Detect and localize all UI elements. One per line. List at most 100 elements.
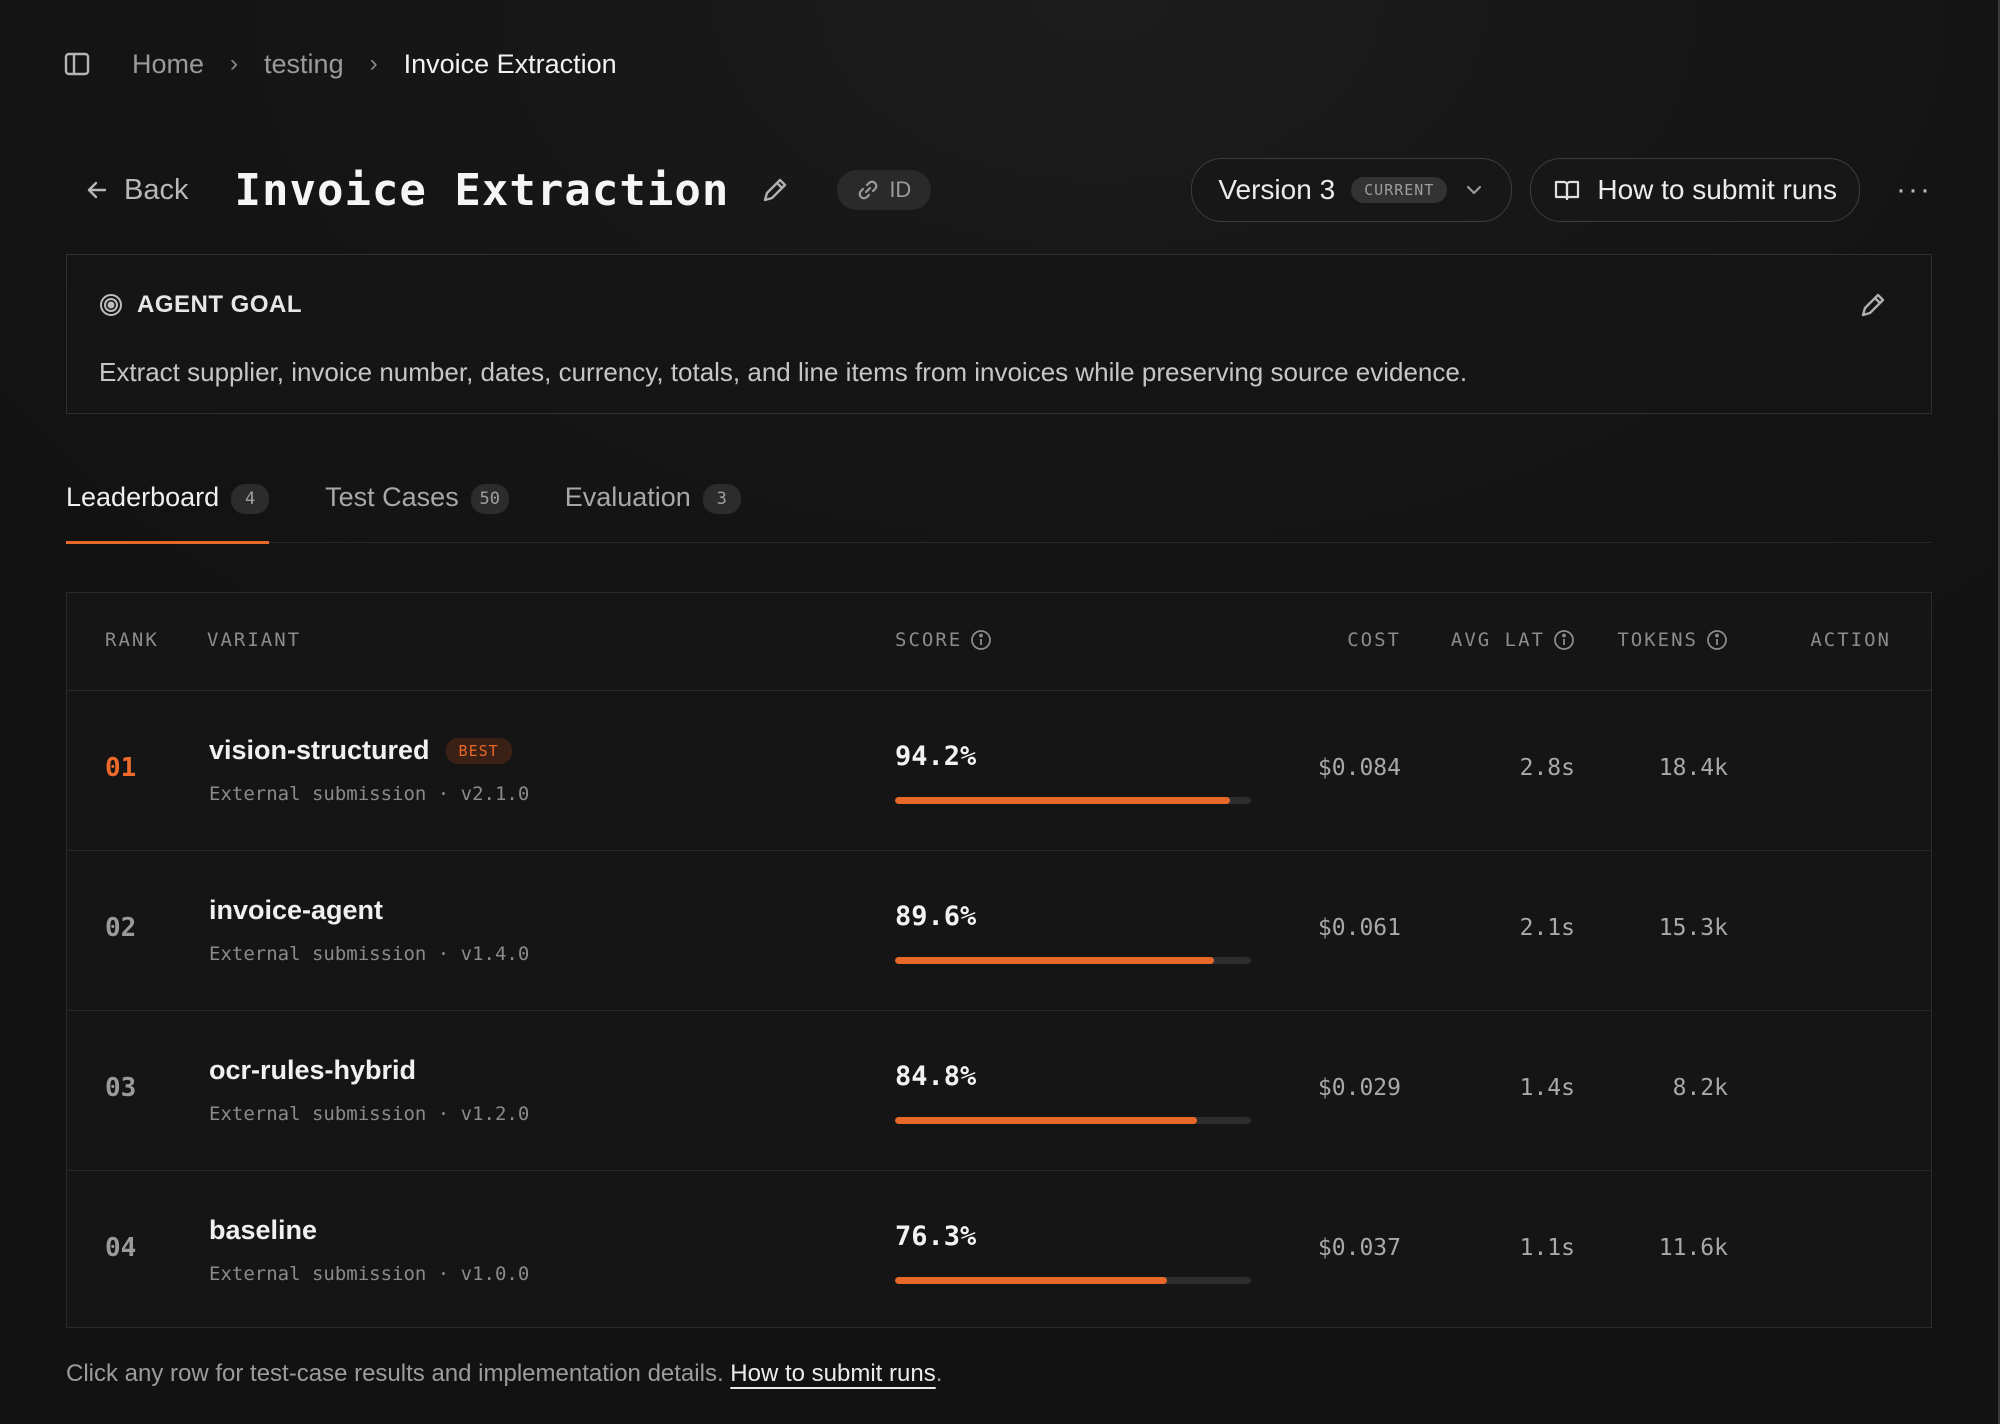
info-icon[interactable] — [1553, 629, 1575, 651]
table-header: RANK VARIANT SCORE COST AVG LAT TOKENS A… — [67, 593, 1931, 691]
variant-name-text: baseline — [209, 1215, 318, 1245]
back-label: Back — [124, 173, 189, 206]
footer-note: Click any row for test-case results and … — [66, 1360, 942, 1388]
latency-value: 2.1s — [1519, 915, 1575, 941]
version-select[interactable]: Version 3 CURRENT — [1191, 158, 1513, 222]
score-fill — [895, 1117, 1197, 1124]
column-cost[interactable]: COST — [1347, 629, 1401, 651]
info-icon[interactable] — [1706, 629, 1728, 651]
tab-test-cases[interactable]: Test Cases 50 — [325, 470, 509, 542]
chevron-right-icon: › — [369, 50, 378, 77]
page-header: Back Invoice Extraction ID Version 3 CUR… — [66, 150, 1934, 230]
current-badge: CURRENT — [1351, 177, 1448, 203]
id-label: ID — [889, 177, 912, 202]
variant-subtitle: External submission · v1.2.0 — [209, 1103, 530, 1125]
target-icon — [100, 294, 122, 316]
column-score[interactable]: SCORE — [895, 629, 992, 651]
agent-goal-card: AGENT GOAL Extract supplier, invoice num… — [66, 254, 1932, 414]
score-value: 76.3% — [895, 1221, 977, 1252]
more-options-icon[interactable]: ··· — [1894, 170, 1934, 210]
breadcrumb: Home › testing › Invoice Extraction — [62, 44, 617, 84]
column-tokens-label: TOKENS — [1617, 629, 1698, 651]
score-value: 84.8% — [895, 1061, 977, 1092]
score-bar — [895, 797, 1251, 804]
header-actions: Version 3 CURRENT How to submit runs ··· — [1191, 158, 1934, 222]
variant-name: ocr-rules-hybrid — [209, 1055, 416, 1086]
latency-value: 1.4s — [1519, 1075, 1575, 1101]
variant-name: vision-structured BEST — [209, 735, 512, 766]
score-bar — [895, 1277, 1251, 1284]
edit-title-icon[interactable] — [759, 173, 793, 207]
link-icon — [858, 180, 878, 200]
sidebar-toggle-icon[interactable] — [62, 49, 92, 79]
latency-value: 1.1s — [1519, 1235, 1575, 1261]
score-value: 94.2% — [895, 741, 977, 772]
cost-value: $0.084 — [1317, 755, 1401, 781]
book-icon — [1555, 180, 1580, 201]
column-rank[interactable]: RANK — [105, 629, 159, 651]
page: Home › testing › Invoice Extraction Back… — [0, 0, 2000, 1424]
page-title: Invoice Extraction — [234, 164, 730, 216]
leaderboard-table: RANK VARIANT SCORE COST AVG LAT TOKENS A… — [66, 592, 1932, 1328]
variant-subtitle: External submission · v2.1.0 — [209, 783, 530, 805]
score-value: 89.6% — [895, 901, 977, 932]
chevron-right-icon: › — [230, 50, 239, 77]
variant-name: baseline — [209, 1215, 317, 1246]
tab-evaluation[interactable]: Evaluation 3 — [565, 470, 741, 542]
score-fill — [895, 957, 1214, 964]
tab-label: Leaderboard — [66, 482, 220, 512]
best-badge: BEST — [445, 737, 512, 764]
score-bar — [895, 957, 1251, 964]
score-fill — [895, 797, 1231, 804]
copy-id-button[interactable]: ID — [837, 170, 932, 210]
latency-value: 2.8s — [1519, 755, 1575, 781]
tab-label: Test Cases — [325, 482, 459, 512]
tokens-value: 15.3k — [1658, 915, 1728, 941]
column-avg-lat[interactable]: AVG LAT — [1451, 629, 1575, 651]
cost-value: $0.029 — [1317, 1075, 1401, 1101]
breadcrumb-current: Invoice Extraction — [403, 48, 617, 79]
breadcrumb-home[interactable]: Home — [132, 49, 204, 80]
footer-note-text: Click any row for test-case results and … — [66, 1360, 724, 1387]
tab-label: Evaluation — [564, 482, 691, 512]
column-avg-lat-label: AVG LAT — [1450, 629, 1545, 651]
column-action: ACTION — [1810, 629, 1891, 651]
score-fill — [895, 1277, 1167, 1284]
table-row[interactable]: 04 baseline External submission · v1.0.0… — [67, 1171, 1931, 1330]
variant-name-text: vision-structured — [209, 735, 430, 765]
edit-goal-icon[interactable] — [1857, 289, 1891, 323]
tab-count: 50 — [470, 484, 509, 514]
variant-name: invoice-agent — [209, 895, 383, 926]
chevron-down-icon — [1467, 185, 1482, 195]
table-row[interactable]: 03 ocr-rules-hybrid External submission … — [67, 1011, 1931, 1171]
table-row[interactable]: 02 invoice-agent External submission · v… — [67, 851, 1931, 1011]
tab-count: 4 — [231, 484, 270, 514]
row-rank: 04 — [105, 1233, 137, 1263]
agent-goal-text: Extract supplier, invoice number, dates,… — [99, 357, 1468, 387]
variant-subtitle: External submission · v1.4.0 — [209, 943, 530, 965]
row-rank: 01 — [105, 753, 137, 783]
back-button[interactable]: Back — [84, 174, 188, 207]
column-variant[interactable]: VARIANT — [207, 629, 301, 651]
variant-name-text: ocr-rules-hybrid — [209, 1055, 417, 1085]
how-to-submit-label: How to submit runs — [1597, 174, 1837, 205]
column-tokens[interactable]: TOKENS — [1617, 629, 1728, 651]
variant-name-text: invoice-agent — [209, 895, 384, 925]
cost-value: $0.037 — [1317, 1235, 1401, 1261]
tokens-value: 8.2k — [1672, 1075, 1728, 1101]
footer-period: . — [935, 1360, 943, 1387]
tab-leaderboard[interactable]: Leaderboard 4 — [66, 470, 270, 544]
info-icon[interactable] — [970, 629, 992, 651]
breadcrumb-testing[interactable]: testing — [264, 49, 344, 80]
agent-goal-heading: AGENT GOAL — [99, 291, 302, 319]
table-row[interactable]: 01 vision-structured BEST External submi… — [67, 691, 1931, 851]
version-label: Version 3 — [1218, 174, 1336, 205]
score-bar — [895, 1117, 1251, 1124]
tab-count: 3 — [702, 484, 741, 514]
arrow-left-icon — [87, 181, 107, 199]
column-score-label: SCORE — [895, 629, 963, 651]
how-to-submit-link[interactable]: How to submit runs — [730, 1360, 935, 1387]
tokens-value: 18.4k — [1658, 755, 1728, 781]
how-to-submit-button[interactable]: How to submit runs — [1530, 158, 1860, 222]
row-rank: 02 — [105, 913, 137, 943]
